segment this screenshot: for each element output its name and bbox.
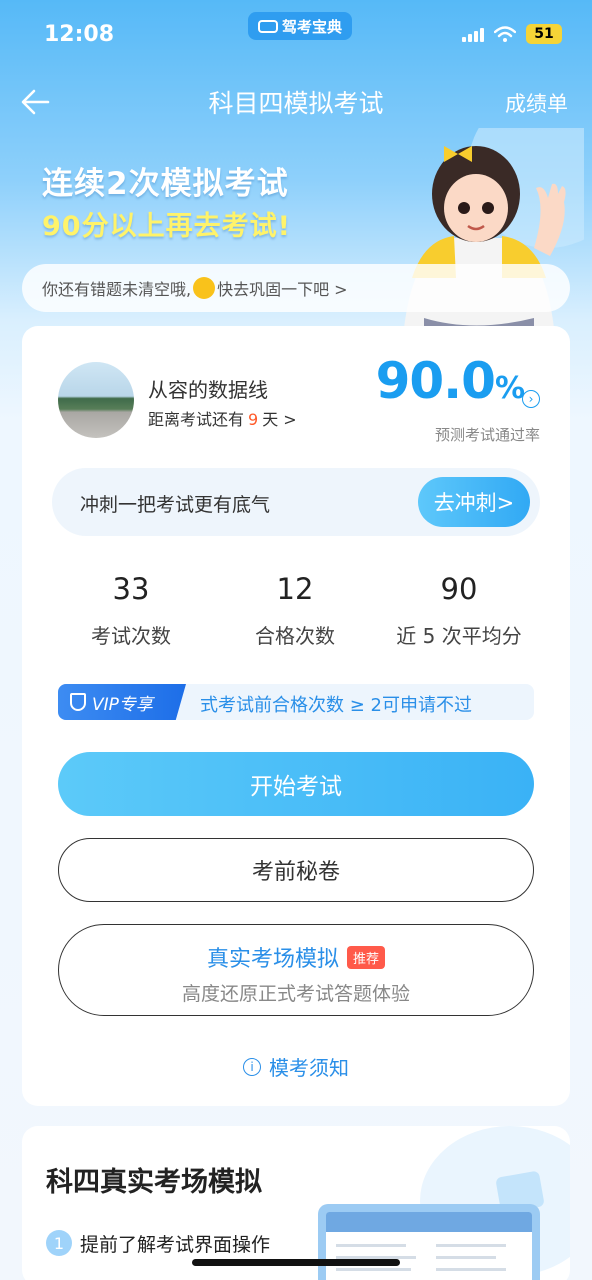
stat-avg-score: 90 近 5 次平均分 (379, 572, 539, 649)
stat-label: 合格次数 (255, 624, 335, 648)
stat-value: 33 (112, 572, 150, 606)
pass-rate-value[interactable]: 90.0% (375, 352, 525, 410)
vip-text: 式考试前合格次数 ≥ 2可申请不过 (200, 695, 472, 716)
sprint-text: 冲刺一把考试更有底气 (80, 494, 271, 516)
sprint-button[interactable]: 去冲刺> (418, 477, 530, 527)
section-title: 科四真实考场模拟 (46, 1167, 262, 1198)
stat-label: 考试次数 (91, 624, 171, 648)
real-exam-subtitle: 高度还原正式考试答题体验 (181, 983, 410, 1005)
avatar[interactable] (58, 362, 134, 438)
wifi-icon (494, 26, 516, 42)
exam-screen-illustration (318, 1204, 540, 1280)
car-icon (257, 19, 278, 33)
exam-notice-link[interactable]: i 模考须知 (22, 1052, 570, 1081)
real-exam-section-card: 科四真实考场模拟 1 提前了解考试界面操作 (22, 1126, 570, 1280)
real-exam-title: 真实考场模拟 (206, 947, 339, 972)
pass-rate-unit: % (494, 371, 525, 406)
real-exam-simulation-button[interactable]: 真实考场模拟 推荐 高度还原正式考试答题体验 (58, 924, 534, 1016)
tip-text-after: 快去巩固一下吧 > (217, 280, 348, 299)
home-indicator (192, 1259, 400, 1266)
exam-summary-card: 从容的数据线 距离考试还有 9 天 > 90.0% › 预测考试通过率 冲刺一把考试… (22, 326, 570, 1106)
wrong-questions-tip[interactable]: 你还有错题未清空哦, 快去巩固一下吧 > (22, 264, 570, 312)
info-icon: i (243, 1057, 261, 1076)
start-exam-button[interactable]: 开始考试 (58, 752, 534, 816)
vip-badge-label: VIP专享 (92, 694, 153, 715)
countdown-suffix: 天 > (262, 410, 297, 429)
nav-bar: 科目四模拟考试 成绩单 (0, 78, 592, 124)
sprint-banner: 冲刺一把考试更有底气 去冲刺> (52, 468, 540, 536)
stat-label: 近 5 次平均分 (396, 624, 522, 648)
chevron-right-icon[interactable]: › (522, 390, 540, 408)
app-chip: 驾考宝典 (248, 12, 352, 40)
banner-headline: 连续2次模拟考试 (42, 166, 289, 202)
stat-pass-count: 12 合格次数 (215, 572, 375, 649)
secret-paper-button[interactable]: 考前秘卷 (58, 838, 534, 902)
app-name: 驾考宝典 (281, 17, 342, 36)
exam-notice-label: 模考须知 (269, 1056, 349, 1080)
status-time: 12:08 (44, 22, 115, 47)
countdown-days: 9 (248, 410, 259, 429)
user-name: 从容的数据线 (148, 378, 268, 402)
tip-text-before: 你还有错题未清空哦, (42, 280, 192, 299)
vip-strip[interactable]: VIP专享 式考试前合格次数 ≥ 2可申请不过 (58, 684, 534, 720)
real-exam-title-row: 真实考场模拟 推荐 (206, 941, 386, 973)
page-title: 科目四模拟考试 (208, 89, 384, 118)
status-icons: 51 (462, 24, 562, 44)
score-sheet-link[interactable]: 成绩单 (505, 88, 568, 118)
step-text: 提前了解考试界面操作 (80, 1234, 271, 1256)
pass-rate-number: 90.0 (375, 352, 496, 410)
stat-value: 12 (276, 572, 314, 606)
status-bar: 12:08 驾考宝典 51 (0, 0, 592, 70)
step-number-badge: 1 (46, 1230, 72, 1256)
battery-indicator: 51 (526, 24, 562, 44)
smile-emoji-icon (193, 277, 216, 299)
shield-icon (70, 693, 86, 711)
exam-countdown[interactable]: 距离考试还有 9 天 > (148, 406, 297, 430)
pass-rate-label: 预测考试通过率 (434, 426, 540, 444)
countdown-prefix: 距离考试还有 (148, 410, 245, 429)
vip-badge: VIP专享 (58, 684, 186, 720)
recommend-badge: 推荐 (347, 945, 386, 969)
banner-subheadline: 90分以上再去考试! (42, 211, 291, 242)
stat-exam-count: 33 考试次数 (51, 572, 211, 649)
signal-icon (462, 26, 484, 42)
stat-value: 90 (440, 572, 478, 606)
